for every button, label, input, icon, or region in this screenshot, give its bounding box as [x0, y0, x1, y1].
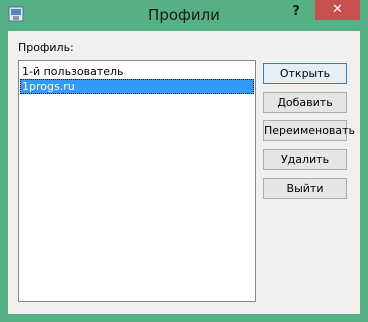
dialog-body: Профиль: 1-й пользователь 1progs.ru Откр…: [8, 31, 360, 314]
profiles-dialog: Профили ? ✕ Профиль: 1-й пользователь 1p…: [0, 0, 368, 322]
list-item[interactable]: 1progs.ru: [20, 79, 254, 94]
rename-button[interactable]: Переименовать: [263, 120, 355, 141]
add-button[interactable]: Добавить: [263, 92, 347, 113]
exit-button[interactable]: Выйти: [263, 178, 347, 199]
profile-list[interactable]: 1-й пользователь 1progs.ru: [18, 60, 256, 302]
window-title: Профили: [148, 6, 220, 24]
title-bar[interactable]: Профили ? ✕: [0, 0, 368, 31]
open-button[interactable]: Открыть: [263, 63, 347, 84]
close-button[interactable]: ✕: [315, 0, 360, 20]
help-button[interactable]: ?: [286, 2, 306, 22]
list-item[interactable]: 1-й пользователь: [20, 64, 254, 79]
delete-button[interactable]: Удалить: [263, 149, 347, 170]
profile-label: Профиль:: [18, 41, 74, 54]
